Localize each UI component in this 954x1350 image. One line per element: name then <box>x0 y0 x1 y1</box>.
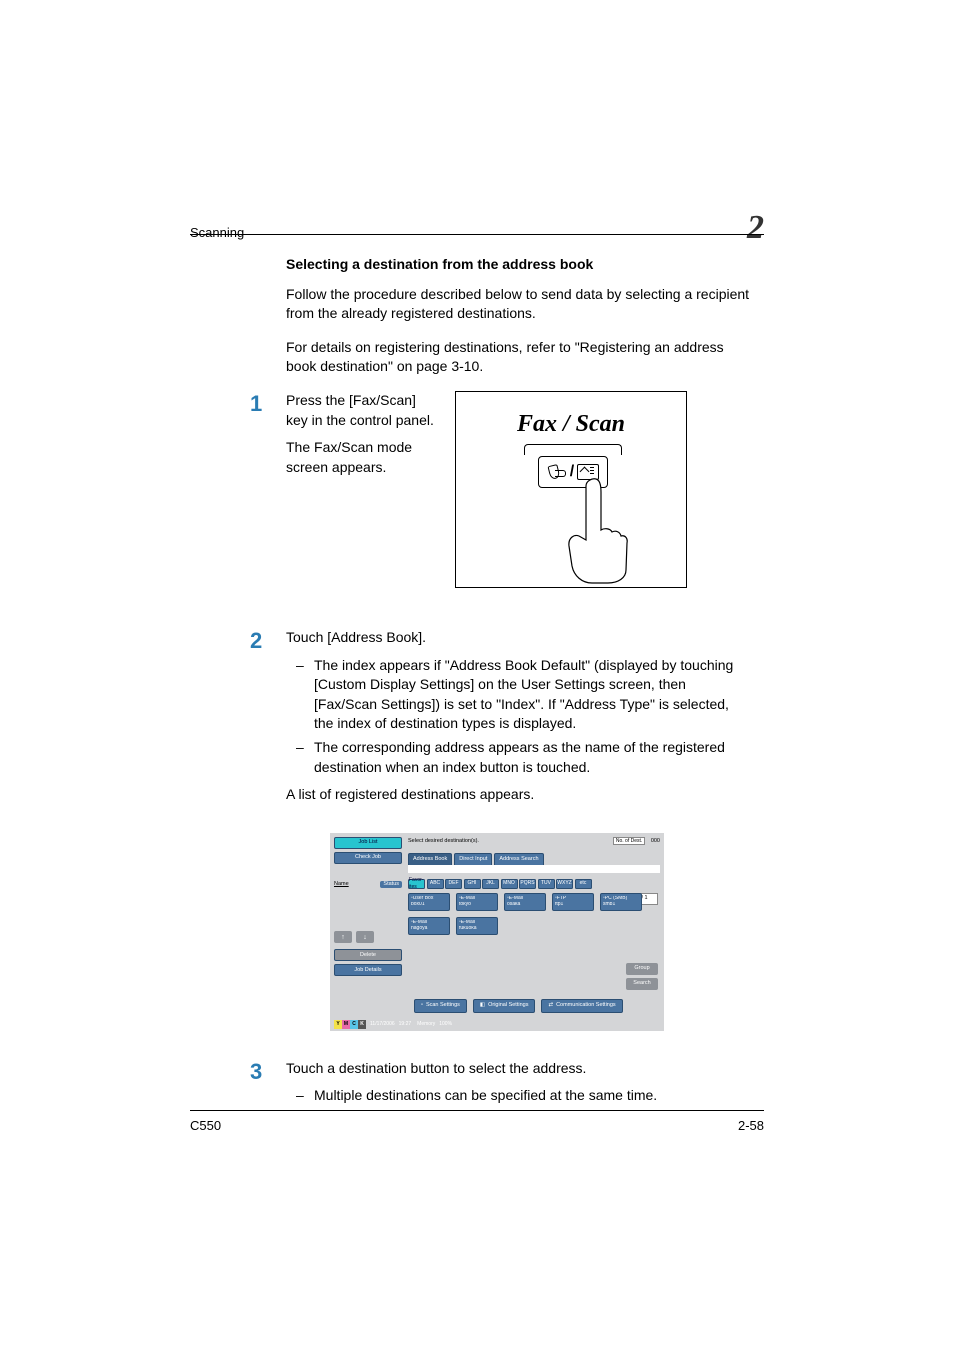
page-footer: C550 2-58 <box>190 1110 764 1135</box>
ss-check-job-button[interactable]: Check Job <box>334 852 402 864</box>
footer-model: C550 <box>190 1117 221 1135</box>
intro-paragraph-1: Follow the procedure described below to … <box>286 285 756 324</box>
ss-delete-button[interactable]: Delete <box>334 949 402 961</box>
step-number: 1 <box>190 391 286 415</box>
step-2-line-1: Touch [Address Book]. <box>286 628 752 648</box>
comm-icon: ⇄ <box>548 1002 553 1010</box>
ss-top-message: Select desired destination(s). <box>408 838 479 846</box>
ss-alpha-wxyz[interactable]: WXYZ <box>556 879 573 889</box>
step-2-bullet-2: The corresponding address appears as the… <box>286 738 752 777</box>
ss-dest-ftp1[interactable]: ▫FTPftp1 <box>552 893 594 911</box>
ss-alpha-tuv[interactable]: TUV <box>538 879 555 889</box>
ss-memory-label: Memory <box>417 1021 435 1028</box>
step-3: 3 Touch a destination button to select t… <box>190 1059 764 1114</box>
ss-list-header: Name Status <box>334 881 402 889</box>
fax-scan-key-diagram: Fax / Scan / <box>455 391 687 588</box>
ss-alpha-mno[interactable]: MNO <box>501 879 518 889</box>
footer-page: 2-58 <box>738 1117 764 1135</box>
ss-alpha-favorites[interactable]: Favor-ites <box>408 879 425 889</box>
step-3-line-1: Touch a destination button to select the… <box>286 1059 752 1079</box>
step-2-bullets: The index appears if "Address Book Defau… <box>286 656 752 778</box>
ss-job-list-tab[interactable]: Job List <box>334 837 402 849</box>
ss-dest-osaka[interactable]: ▫E-Mailosaka <box>504 893 546 911</box>
step-3-bullets: Multiple destinations can be specified a… <box>286 1086 752 1106</box>
step-2-after: A list of registered destinations appear… <box>286 785 752 805</box>
step-2-bullet-1: The index appears if "Address Book Defau… <box>286 656 752 734</box>
ss-alpha-ghi[interactable]: GHI <box>464 879 481 889</box>
running-header-title: Scanning <box>190 224 244 242</box>
ss-date: 11/17/2006 <box>370 1021 395 1028</box>
fax-scan-key-label: Fax / Scan <box>456 408 686 442</box>
toner-m-icon: M <box>342 1020 350 1029</box>
ss-dest-count-label: No. of Dest. <box>613 837 645 845</box>
ss-job-details-button[interactable]: Job Details <box>334 964 402 976</box>
chapter-number: 2 <box>747 216 764 242</box>
phone-fax-icon <box>547 463 567 481</box>
ss-alpha-pqrs[interactable]: PQRS <box>519 879 536 889</box>
ss-scroll-down-button[interactable]: ↓ <box>356 931 374 943</box>
ss-alpha-etc[interactable]: etc <box>575 879 592 889</box>
ss-memory-value: 100% <box>439 1021 452 1028</box>
ss-alpha-abc[interactable]: ABC <box>427 879 444 889</box>
ss-scan-settings-button[interactable]: ▫Scan Settings <box>414 999 467 1013</box>
key-bracket-icon <box>524 444 622 455</box>
ss-scroll-up-button[interactable]: ↑ <box>334 931 352 943</box>
ss-dest-fukuoka[interactable]: ▫E-Mailfukuoka <box>456 917 498 935</box>
original-icon: ◧ <box>480 1002 485 1010</box>
ss-alpha-jkl[interactable]: JKL <box>482 879 499 889</box>
document-icon: ▫ <box>421 1002 423 1010</box>
toner-y-icon: Y <box>334 1020 342 1029</box>
intro-paragraph-2: For details on registering destinations,… <box>286 338 756 377</box>
ss-dest-tokyo[interactable]: ▫E-Mailtokyo <box>456 893 498 911</box>
ss-alpha-index: Favor-ites ABC DEF GHI JKL MNO PQRS TUV … <box>408 879 592 889</box>
ss-toner-levels: Y M C K <box>334 1020 366 1029</box>
step-number: 2 <box>190 628 286 652</box>
running-header: Scanning 2 <box>190 216 764 242</box>
step-2: 2 Touch [Address Book]. The index appear… <box>190 628 764 813</box>
address-book-screenshot: Select desired destination(s). No. of De… <box>330 833 764 1031</box>
ss-name-col: Name <box>334 881 349 889</box>
ss-white-strip <box>408 865 660 873</box>
ss-communication-settings-button[interactable]: ⇄Communication Settings <box>541 999 622 1013</box>
ss-dest-smb1[interactable]: ▫PC (SMB)smb1 <box>600 893 642 911</box>
toner-k-icon: K <box>358 1020 366 1029</box>
step-1: 1 Press the [Fax/Scan] key in the contro… <box>190 391 764 608</box>
ss-group-button[interactable]: Group <box>626 963 658 975</box>
step-1-line-1: Press the [Fax/Scan] key in the control … <box>286 391 441 430</box>
step-1-text: Press the [Fax/Scan] key in the control … <box>286 391 441 485</box>
ss-dest-nagoya[interactable]: ▫E-Mailnagoya <box>408 917 450 935</box>
ss-alpha-def[interactable]: DEF <box>445 879 462 889</box>
ss-dest-count-value: 000 <box>651 838 660 844</box>
ss-left-panel: Job List Check Job Name Status ↑ ↓ Delet… <box>334 837 402 977</box>
step-number: 3 <box>190 1059 286 1083</box>
ss-status-col: Status <box>380 881 402 889</box>
section-heading: Selecting a destination from the address… <box>286 255 764 275</box>
step-1-line-2: The Fax/Scan mode screen appears. <box>286 438 441 477</box>
ss-dest-box01[interactable]: ▫User Boxbox01 <box>408 893 450 911</box>
pressing-finger-icon <box>568 478 628 584</box>
toner-c-icon: C <box>350 1020 358 1029</box>
ss-time: 19:27 <box>399 1021 412 1028</box>
step-3-bullet-1: Multiple destinations can be specified a… <box>286 1086 752 1106</box>
ss-search-button[interactable]: Search <box>626 978 658 990</box>
header-rule <box>190 234 764 235</box>
ss-original-settings-button[interactable]: ◧Original Settings <box>473 999 536 1013</box>
